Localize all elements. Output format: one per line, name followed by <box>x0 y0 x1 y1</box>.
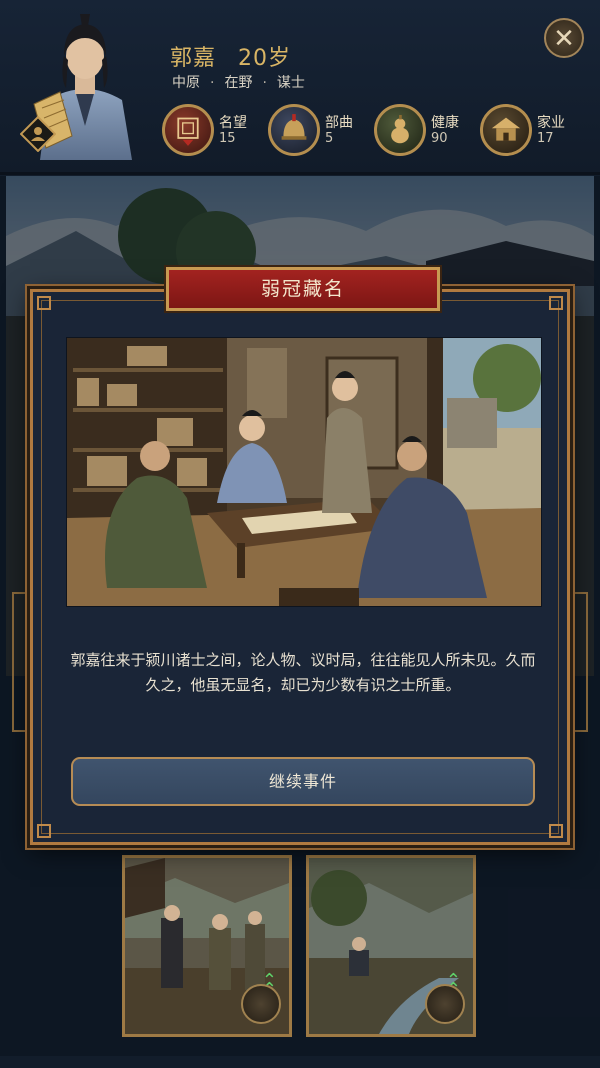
house-icon <box>480 104 532 156</box>
coin-badge-icon <box>241 984 281 1024</box>
identity-badge-icon[interactable] <box>20 116 56 152</box>
stat-value: 17 <box>537 131 554 146</box>
character-header: 郭嘉 20岁 中原 · 在野 · 谋士 ✕ 名望 15 部曲 5 健康 90 家… <box>0 0 600 175</box>
side-card-frame-right <box>570 592 588 732</box>
continue-event-button[interactable]: 继续事件 <box>71 757 535 806</box>
event-title: 弱冠藏名 <box>166 267 440 311</box>
character-name: 郭嘉 <box>170 46 217 71</box>
corner-ornament <box>37 296 51 310</box>
event-illustration <box>66 337 542 607</box>
event-dialog: 弱冠藏名 郭嘉往来于颍川诸士之间，论人物、议时局，往往能见人所未见。久而久之，他… <box>30 267 570 845</box>
character-role: 谋士 <box>276 75 305 91</box>
separator-dot: · <box>262 75 267 91</box>
event-card-gathering[interactable]: ⌃⌃ <box>122 855 292 1037</box>
event-description: 郭嘉往来于颍川诸士之间，论人物、议时局，往往能见人所未见。久而久之，他虽无显名，… <box>70 651 536 694</box>
close-icon: ✕ <box>553 24 575 54</box>
stat-value: 5 <box>325 131 334 146</box>
gourd-badge-icon <box>425 984 465 1024</box>
character-name-row: 郭嘉 20岁 <box>170 40 291 72</box>
character-region: 中原 <box>172 75 200 91</box>
side-card-frame-left <box>12 592 30 732</box>
character-age: 20岁 <box>238 46 292 71</box>
character-info-row: 中原 · 在野 · 谋士 <box>172 72 305 92</box>
stat-label: 家业 <box>537 115 565 131</box>
corner-ornament <box>37 824 51 838</box>
character-status: 在野 <box>224 75 253 91</box>
separator-dot: · <box>210 75 215 91</box>
seal-icon <box>162 104 214 156</box>
event-card-stream[interactable]: ⌃⌃ <box>306 855 476 1037</box>
stat-value: 15 <box>219 131 236 146</box>
gourd-icon <box>374 104 426 156</box>
corner-ornament <box>549 824 563 838</box>
stat-label: 健康 <box>431 115 459 131</box>
stat-label: 名望 <box>219 115 247 131</box>
helmet-icon <box>268 104 320 156</box>
corner-ornament <box>549 296 563 310</box>
stat-value: 90 <box>431 131 448 146</box>
stat-label: 部曲 <box>325 115 353 131</box>
close-button[interactable]: ✕ <box>544 18 584 58</box>
